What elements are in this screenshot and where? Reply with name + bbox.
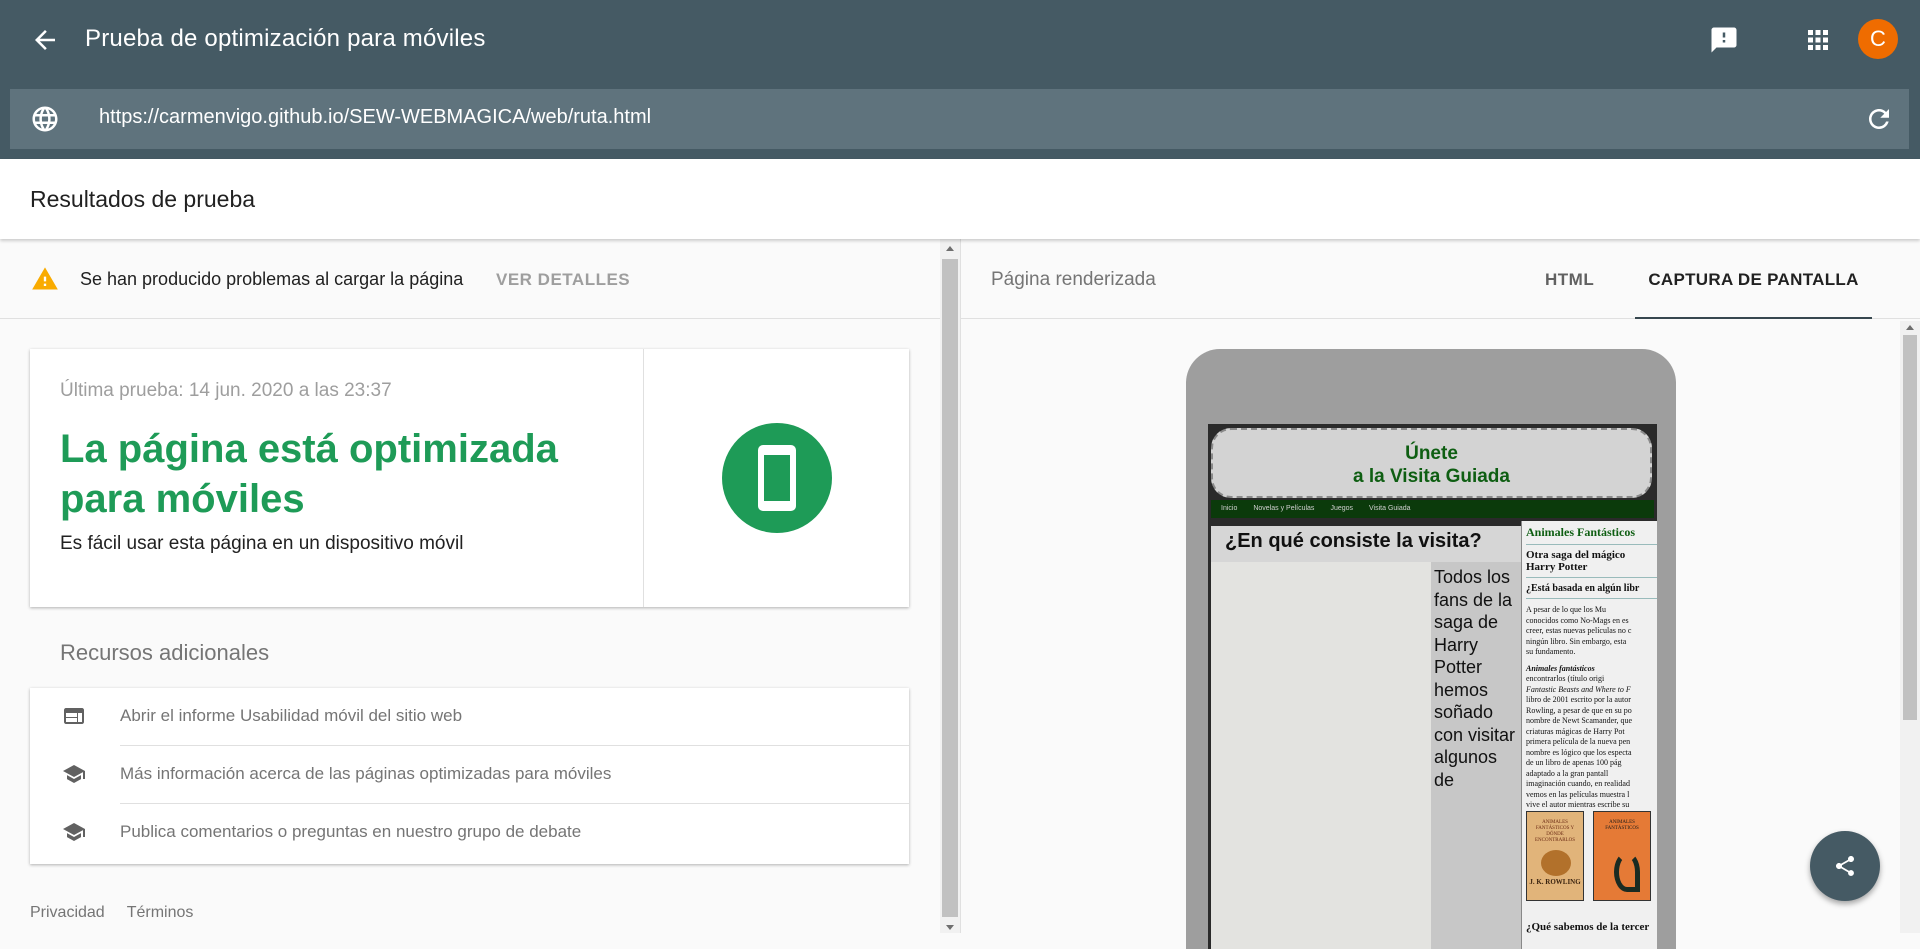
book-cover-image: ANIMALES FANTÁSTICOS <box>1593 811 1651 901</box>
resource-label[interactable]: Más información acerca de las páginas op… <box>120 764 611 784</box>
site-nav-item: Inicio <box>1221 505 1238 512</box>
sidebar-line: ningún libro. Sin embargo, esta <box>1526 636 1627 646</box>
preview-tabs: Página renderizada HTML CAPTURA DE PANTA… <box>961 239 1920 319</box>
web-report-icon <box>64 708 84 724</box>
sidebar-line: adaptado a la gran pantall <box>1526 768 1609 778</box>
sidebar-line: criaturas mágicas de Harry Pot <box>1526 726 1625 736</box>
warning-text: Se han producido problemas al cargar la … <box>80 269 464 289</box>
creature-illustration <box>1614 852 1640 892</box>
school-icon <box>63 823 85 841</box>
url-field[interactable]: https://carmenvigo.github.io/SEW-WEBMAGI… <box>99 106 651 129</box>
phone-frame: Únete a la Visita Guiada Inicio Novelas y… <box>1186 349 1676 949</box>
resource-label[interactable]: Publica comentarios o preguntas en nuest… <box>120 822 581 842</box>
reload-icon[interactable] <box>1864 104 1894 134</box>
preview-title: Página renderizada <box>991 269 1156 290</box>
sidebar-line: de un libro de apenas 100 pág <box>1526 758 1622 767</box>
sidebar-line: conocidos como No-Mags en es <box>1526 615 1629 625</box>
scrollbar-thumb[interactable] <box>942 259 958 917</box>
sidebar-line: nombre de Newt Scamander, que <box>1526 716 1633 725</box>
scroll-down-arrow[interactable] <box>946 925 954 930</box>
result-subtitle: Es fácil usar esta página en un disposit… <box>60 533 464 554</box>
sidebar-line: encontrarlos (título origi <box>1526 674 1605 683</box>
left-scrollbar[interactable] <box>940 239 960 933</box>
tab-screenshot-label: CAPTURA DE PANTALLA <box>1648 270 1859 289</box>
footer-links: Privacidad Términos <box>30 904 215 922</box>
site-header: Únete a la Visita Guiada <box>1211 428 1652 498</box>
sidebar-line: creer, estas nuevas películas no c <box>1526 626 1632 635</box>
rendered-screenshot: Únete a la Visita Guiada Inicio Novelas y… <box>1208 424 1657 949</box>
sidebar-line: vemos en las películas muestra l <box>1526 789 1630 799</box>
warning-icon <box>32 267 58 290</box>
sidebar-line: Fantastic Beasts and Where to F <box>1526 684 1631 694</box>
sidebar-line: su fundamento. <box>1526 647 1576 656</box>
site-nav-item: Visita Guiada <box>1369 505 1411 512</box>
site-header-line1: Únete <box>1405 443 1458 464</box>
sidebar-line: libro de 2001 escrito por la autor <box>1526 695 1631 704</box>
app-title: Prueba de optimización para móviles <box>85 25 486 52</box>
scroll-up-arrow[interactable] <box>1906 325 1914 330</box>
feedback-icon[interactable] <box>1709 25 1739 55</box>
sidebar-line: vive el autor mientras escribe su <box>1526 800 1630 809</box>
sidebar-heading: Otra saga del mágico Harry Potter <box>1526 549 1626 573</box>
site-main-text: Todos los fans de la saga de Harry Potte… <box>1434 567 1516 790</box>
card-divider <box>643 349 644 607</box>
sidebar-line: Rowling, a pesar de que en su po <box>1526 705 1632 715</box>
book-cover-image: ANIMALES FANTÁSTICOS Y DÓNDE ENCONTRARLO… <box>1526 811 1584 901</box>
book-cover-title: ANIMALES FANTÁSTICOS <box>1605 820 1639 831</box>
privacy-link[interactable]: Privacidad <box>30 904 105 921</box>
resources-title: Recursos adicionales <box>60 640 270 665</box>
url-bar[interactable]: https://carmenvigo.github.io/SEW-WEBMAGI… <box>10 89 1909 149</box>
scroll-up-arrow[interactable] <box>946 246 954 251</box>
book-cover-author: J. K. ROWLING <box>1529 878 1581 886</box>
tab-screenshot[interactable]: CAPTURA DE PANTALLA <box>1635 239 1872 319</box>
site-sidebar: Animales Fantásticos Otra saga del mágic… <box>1521 521 1657 949</box>
site-main-column: ¿En qué consiste la visita? Todos los fa… <box>1211 526 1523 949</box>
terms-link[interactable]: Términos <box>127 904 194 921</box>
resource-item[interactable]: Abrir el informe Usabilidad móvil del si… <box>30 688 909 746</box>
sidebar-question: ¿Está basada en algún libr <box>1526 583 1640 594</box>
site-nav: Inicio Novelas y Películas Juegos Visita Gu… <box>1211 500 1654 518</box>
results-header: Resultados de prueba <box>0 159 1920 239</box>
last-test-date: Última prueba: 14 jun. 2020 a las 23:37 <box>60 380 392 401</box>
result-headline: La página está optimizada para móviles <box>60 427 558 521</box>
account-avatar[interactable]: C <box>1858 19 1898 59</box>
sidebar-line: nombre es lógico que los especta <box>1526 747 1632 757</box>
resource-item[interactable]: Más información acerca de las páginas op… <box>30 746 909 804</box>
apps-grid-icon[interactable] <box>1803 25 1833 55</box>
results-title: Resultados de prueba <box>30 186 256 212</box>
site-nav-item: Juegos <box>1330 505 1354 512</box>
globe-icon <box>32 106 58 132</box>
resource-label[interactable]: Abrir el informe Usabilidad móvil del si… <box>120 706 462 726</box>
mobile-friendly-icon <box>722 423 832 533</box>
back-arrow-icon[interactable] <box>30 25 60 55</box>
creature-illustration <box>1541 850 1571 876</box>
sidebar-line: imaginación cuando, en realidad <box>1526 779 1630 788</box>
site-nav-item: Novelas y Películas <box>1253 505 1315 512</box>
sidebar-paragraph: A pesar de lo que los Mu conocidos como … <box>1522 599 1657 658</box>
site-main-heading: ¿En qué consiste la visita? <box>1211 526 1523 562</box>
sidebar-title: Animales Fantásticos <box>1526 525 1635 539</box>
load-warning: Se han producido problemas al cargar la … <box>0 239 940 319</box>
preview-scrollbar[interactable] <box>1900 321 1920 933</box>
share-button[interactable] <box>1810 831 1880 901</box>
resource-item[interactable]: Publica comentarios o preguntas en nuest… <box>30 804 909 862</box>
share-icon <box>1836 856 1854 876</box>
sidebar-question: ¿Qué sabemos de la tercer <box>1526 921 1650 933</box>
scrollbar-thumb[interactable] <box>1903 335 1917 720</box>
book-cover-title: ANIMALES FANTÁSTICOS Y DÓNDE ENCONTRARLO… <box>1534 820 1575 843</box>
site-header-line2: a la Visita Guiada <box>1352 466 1510 487</box>
sidebar-line: A pesar de lo que los Mu <box>1526 605 1606 614</box>
results-panel: Se han producido problemas al cargar la … <box>0 239 940 933</box>
sidebar-paragraph: Animales fantásticos encontrarlos (títul… <box>1522 658 1657 811</box>
preview-panel: Página renderizada HTML CAPTURA DE PANTA… <box>961 239 1920 949</box>
app-header: Prueba de optimización para móviles C ht… <box>0 0 1920 159</box>
sidebar-line: Animales fantásticos <box>1526 663 1595 673</box>
view-details-link[interactable]: VER DETALLES <box>496 270 630 290</box>
summary-card: Última prueba: 14 jun. 2020 a las 23:37 … <box>30 349 909 607</box>
sidebar-line: primera película de la nueva pen <box>1526 737 1631 746</box>
resources-list: Abrir el informe Usabilidad móvil del si… <box>30 688 909 864</box>
tab-html[interactable]: HTML <box>1545 270 1594 290</box>
school-icon <box>63 765 85 783</box>
